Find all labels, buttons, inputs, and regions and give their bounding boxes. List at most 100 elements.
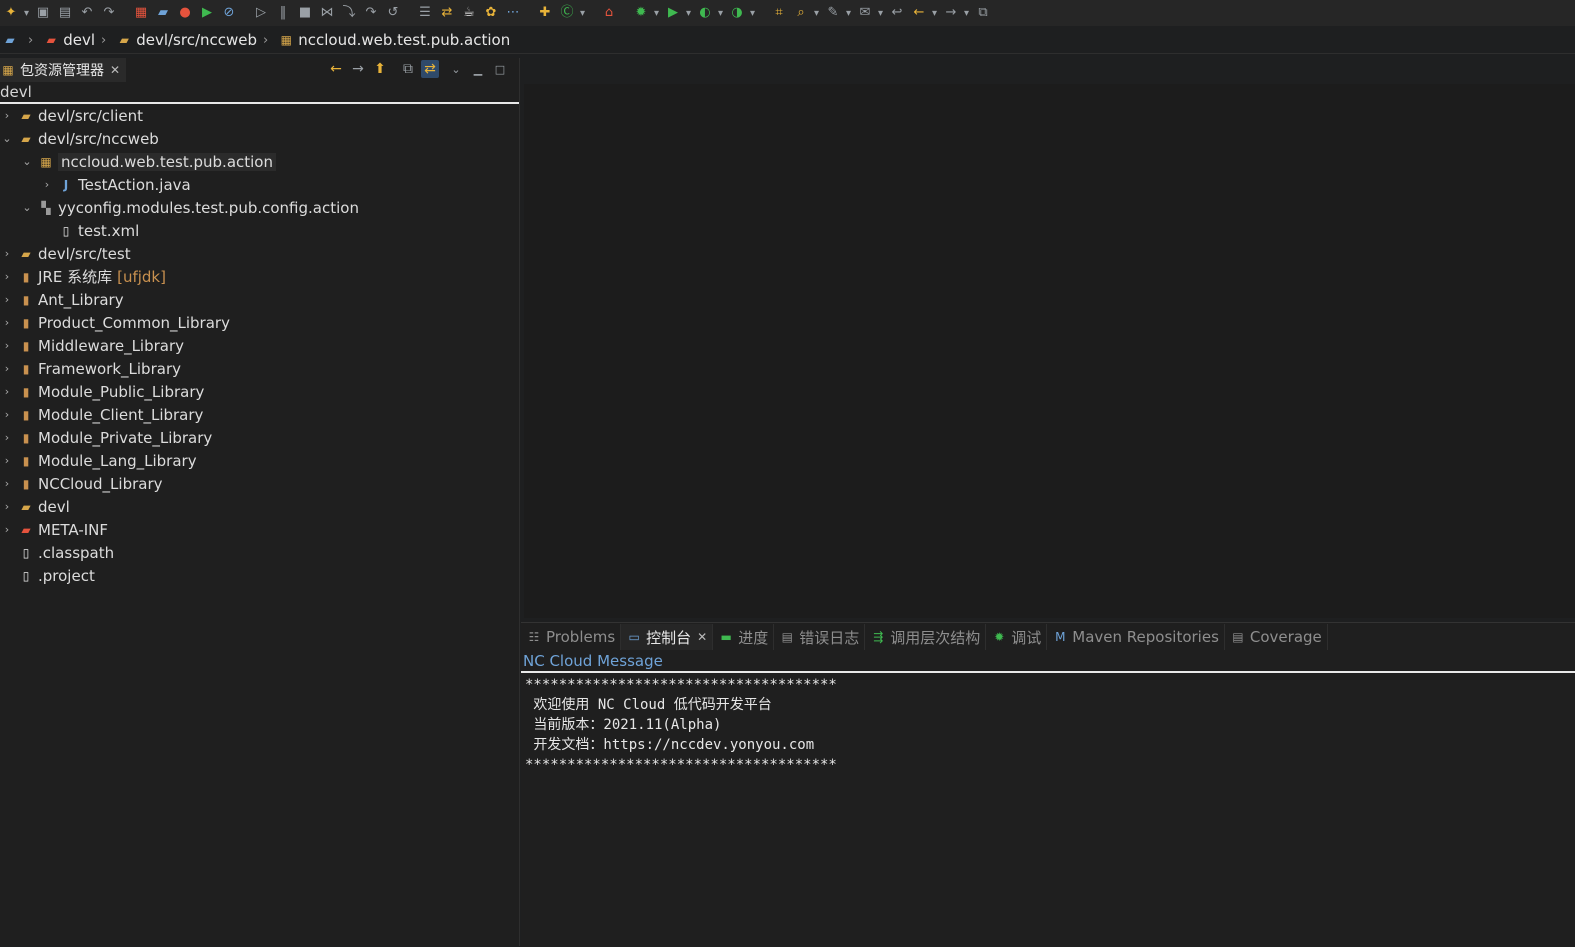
step-into-icon[interactable]: ⤵ <box>340 4 358 22</box>
resume-icon[interactable]: ▷ <box>252 4 270 22</box>
forward-arrow-icon[interactable]: → <box>349 60 367 78</box>
external-tools-icon[interactable]: ◑ <box>728 4 755 23</box>
tree-item[interactable]: › ▮ NCCloud_Library <box>0 472 519 495</box>
chevron-right-icon[interactable]: › <box>0 339 14 352</box>
minimize-icon[interactable]: ▁ <box>469 60 487 78</box>
tree-item[interactable]: › ▮ Middleware_Library <box>0 334 519 357</box>
new-java-package-icon[interactable]: ✚ <box>536 4 554 22</box>
chevron-right-icon[interactable]: › <box>40 178 54 191</box>
coverage-icon[interactable]: ◐ <box>696 4 723 23</box>
step-return-icon[interactable]: ↺ <box>384 4 402 22</box>
close-icon[interactable]: ✕ <box>697 630 707 644</box>
chevron-right-icon[interactable]: › <box>0 408 14 421</box>
tab-problems[interactable]: ☷ Problems <box>521 624 622 650</box>
new-class-icon[interactable]: Ⓒ <box>558 4 585 23</box>
tree-item[interactable]: › ▮ Module_Private_Library <box>0 426 519 449</box>
tab-call-hierarchy[interactable]: ⇶ 调用层次结构 <box>865 624 987 650</box>
tree-item[interactable]: › J TestAction.java <box>0 173 519 196</box>
close-icon[interactable]: ✕ <box>110 63 120 77</box>
tree-item[interactable]: › ▮ Module_Client_Library <box>0 403 519 426</box>
open-console-icon[interactable]: ☰ <box>416 4 434 22</box>
chevron-right-icon[interactable]: › <box>0 316 14 329</box>
chevron-right-icon[interactable]: › <box>0 500 14 513</box>
chevron-right-icon[interactable]: › <box>0 362 14 375</box>
tree-item[interactable]: ▯ .project <box>0 564 519 587</box>
package-explorer-tab[interactable]: ▦ 包资源管理器 ✕ <box>0 58 127 82</box>
up-folder-icon[interactable]: ⬆ <box>371 60 389 78</box>
run-server-icon[interactable]: ▶ <box>198 4 216 22</box>
tree-item[interactable]: › ▰ devl/src/client <box>0 104 519 127</box>
tab-console[interactable]: ▭ 控制台 ✕ <box>621 624 714 650</box>
chevron-right-icon[interactable]: › <box>0 247 14 260</box>
chevron-right-icon[interactable]: › <box>0 293 14 306</box>
suspend-icon[interactable]: ‖ <box>274 4 292 22</box>
back-arrow-icon[interactable]: ← <box>327 60 345 78</box>
edit-history-icon[interactable]: ✉ <box>856 4 883 23</box>
editor-area[interactable] <box>524 84 1575 618</box>
maximize-icon[interactable]: □ <box>491 60 509 78</box>
breadcrumb-item[interactable]: ▦ nccloud.web.test.pub.action <box>278 31 511 49</box>
step-over-icon[interactable]: ↷ <box>362 4 380 22</box>
plugin-icon[interactable]: ✿ <box>482 4 500 22</box>
back-arrow-icon[interactable]: ← <box>910 4 937 23</box>
undo-icon[interactable]: ↶ <box>78 4 96 22</box>
chevron-right-icon[interactable]: › <box>0 270 14 283</box>
tree-item[interactable]: › ▮ Framework_Library <box>0 357 519 380</box>
chevron-right-icon[interactable]: › <box>0 454 14 467</box>
chevron-down-icon[interactable]: ⌄ <box>20 201 34 214</box>
tree-item[interactable]: › ▮ Module_Lang_Library <box>0 449 519 472</box>
toggle-icon[interactable]: ⋯ <box>504 4 522 22</box>
link-with-editor-icon[interactable]: ⇄ <box>421 60 439 78</box>
chevron-down-icon[interactable]: ⌄ <box>0 132 14 145</box>
chevron-right-icon[interactable]: › <box>0 477 14 490</box>
run-icon[interactable]: ▶ <box>664 4 691 23</box>
tree-item[interactable]: ⌄ ▦ nccloud.web.test.pub.action <box>0 150 519 173</box>
last-edit-icon[interactable]: ↩ <box>888 4 906 22</box>
breadcrumb-item[interactable]: ▰ devl/src/nccweb <box>116 31 257 49</box>
save-icon[interactable]: ▣ <box>34 4 52 22</box>
tree-item[interactable]: › ▮ Ant_Library <box>0 288 519 311</box>
tree-item[interactable]: › ▮ JRE 系统库 [ufjdk] <box>0 265 519 288</box>
tab-coverage[interactable]: ▤ Coverage <box>1225 624 1328 650</box>
tab-maven[interactable]: M Maven Repositories <box>1047 624 1225 650</box>
tree-item[interactable]: › ▮ Product_Common_Library <box>0 311 519 334</box>
tree-item[interactable]: ▯ test.xml <box>0 219 519 242</box>
home-icon[interactable]: ⌂ <box>600 4 618 22</box>
chevron-down-icon[interactable]: ⌄ <box>20 155 34 168</box>
disconnect-icon[interactable]: ⋈ <box>318 4 336 22</box>
console-output[interactable]: ************************************* 欢迎… <box>521 673 1575 775</box>
chevron-right-icon[interactable]: › <box>0 431 14 444</box>
view-menu-chevron-down-icon[interactable]: ⌄ <box>447 60 465 78</box>
filter-field[interactable]: devl <box>0 82 519 104</box>
save-all-icon[interactable]: ▤ <box>56 4 74 22</box>
project-explorer-icon[interactable]: ▰ <box>2 32 18 48</box>
open-folder-icon[interactable]: ▰ <box>154 4 172 22</box>
collapse-all-icon[interactable]: ⧉ <box>399 60 417 78</box>
annotation-icon[interactable]: ✎ <box>824 4 851 23</box>
sync-icon[interactable]: ⇄ <box>438 4 456 22</box>
debug-bug-icon[interactable]: ✹ <box>632 4 659 23</box>
chevron-right-icon[interactable]: › <box>0 523 14 536</box>
open-type-icon[interactable]: ⌗ <box>770 4 788 22</box>
redo-icon[interactable]: ↷ <box>100 4 118 22</box>
forward-arrow-icon[interactable]: → <box>942 4 969 23</box>
tab-progress[interactable]: ▬ 进度 <box>713 624 775 650</box>
skip-breakpoints-icon[interactable]: ⊘ <box>220 4 238 22</box>
stop-red-icon[interactable]: ● <box>176 4 194 22</box>
chevron-right-icon[interactable]: › <box>0 109 14 122</box>
tab-error-log[interactable]: ▤ 错误日志 <box>774 624 866 650</box>
tab-debug[interactable]: ✹ 调试 <box>986 624 1048 650</box>
apps-icon[interactable]: ▦ <box>132 4 150 22</box>
breadcrumb-item[interactable]: ▰ devl <box>43 31 95 49</box>
tree-item[interactable]: ⌄ ▚ yyconfig.modules.test.pub.config.actio… <box>0 196 519 219</box>
tree-item[interactable]: › ▰ devl <box>0 495 519 518</box>
terminate-icon[interactable]: ■ <box>296 4 314 22</box>
new-icon[interactable]: ✦ <box>2 4 29 23</box>
tree-item[interactable]: ⌄ ▰ devl/src/nccweb <box>0 127 519 150</box>
pin-editor-icon[interactable]: ⧉ <box>974 4 992 22</box>
tree-item[interactable]: › ▮ Module_Public_Library <box>0 380 519 403</box>
tree-item[interactable]: ▯ .classpath <box>0 541 519 564</box>
coffee-icon[interactable]: ☕ <box>460 4 478 22</box>
tree-item[interactable]: › ▰ devl/src/test <box>0 242 519 265</box>
search-icon[interactable]: ⌕ <box>792 4 819 23</box>
